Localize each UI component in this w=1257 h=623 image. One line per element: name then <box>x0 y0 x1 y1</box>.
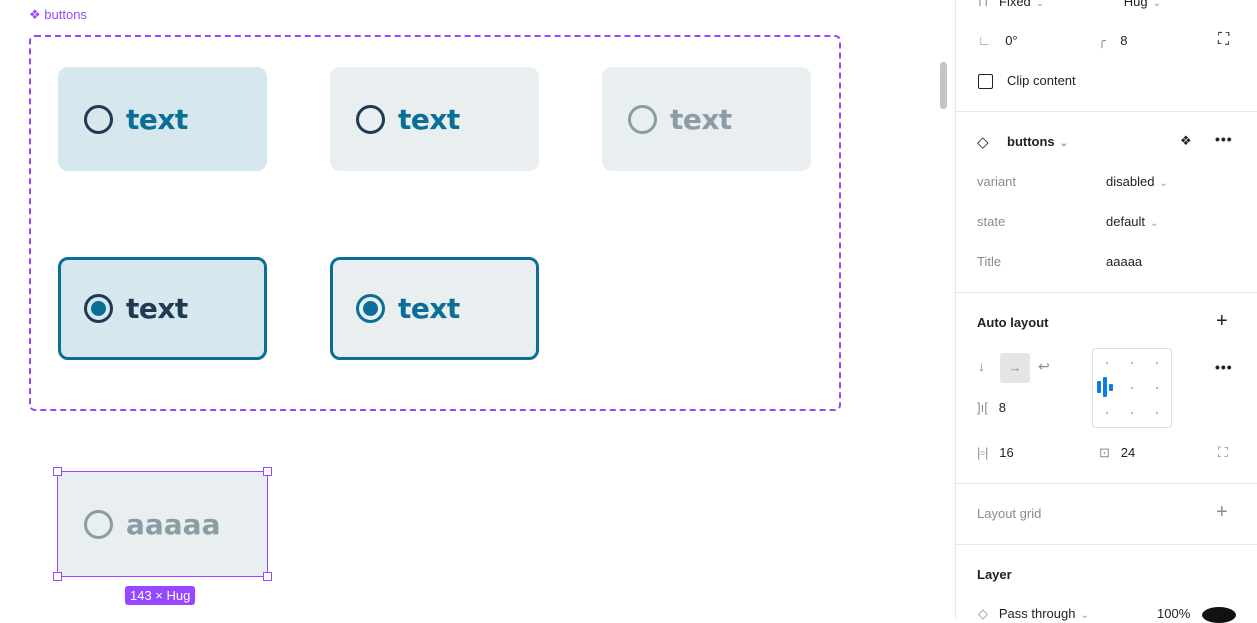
individual-padding-icon[interactable]: ⛶ <box>1218 444 1228 461</box>
properties-panel: ⊓ Fixed ⌄ ⌃ Hug ⌄ ∟ 0° ╭ 8 ⛶ Clip content … <box>955 0 1257 623</box>
wrap-icon[interactable]: ↩ <box>1038 358 1050 375</box>
radio-icon <box>628 104 657 134</box>
horizontal-padding-icon: |▫| <box>977 445 989 460</box>
radio-icon <box>84 509 113 539</box>
prop-label: state <box>977 214 1006 229</box>
variant-default-hover[interactable]: text <box>58 67 267 171</box>
layout-grid-title: Layout grid <box>977 506 1042 521</box>
gap-icon: ]ı[ <box>977 400 988 415</box>
prop-label: variant <box>977 174 1017 189</box>
visibility-eye-icon[interactable] <box>1202 607 1236 623</box>
vertical-padding-icon: ⊡ <box>1099 445 1110 460</box>
variant-dropdown[interactable]: disabled ⌄ <box>1106 174 1168 189</box>
width-mode-dropdown[interactable]: ⊓ Fixed ⌄ <box>978 0 1044 10</box>
clip-content-label: Clip content <box>1007 73 1076 88</box>
size-badge: 143 × Hug <box>125 586 196 605</box>
variant-selected-hover[interactable]: text <box>58 257 267 360</box>
add-icon[interactable]: + <box>1216 501 1228 524</box>
blend-icon: ◇ <box>978 606 988 621</box>
radio-checked-icon <box>356 294 385 323</box>
scrollbar[interactable] <box>940 62 947 109</box>
title-input[interactable]: aaaaa <box>1106 254 1142 269</box>
component-name-dropdown[interactable]: buttons ⌄ <box>1007 134 1068 149</box>
variant-selected[interactable]: text <box>330 257 539 360</box>
resize-handle[interactable] <box>53 467 62 476</box>
variant-default[interactable]: text <box>330 67 539 171</box>
component-icon: ◇ <box>977 134 989 151</box>
more-options-icon[interactable]: ••• <box>1215 131 1233 147</box>
corner-radius-field[interactable]: ╭ 8 <box>1098 33 1128 49</box>
resize-handle[interactable] <box>263 467 272 476</box>
opacity-field[interactable]: 100% <box>1157 606 1190 621</box>
vertical-direction-icon[interactable]: ↓ <box>978 358 985 374</box>
clip-content-checkbox[interactable] <box>978 74 993 89</box>
vertical-padding-field[interactable]: ⊡ 24 <box>1099 445 1135 461</box>
radio-checked-icon <box>84 294 113 323</box>
radio-icon <box>84 104 113 134</box>
layer-title: Layer <box>977 567 1012 582</box>
radio-icon <box>356 104 385 134</box>
independent-corners-icon[interactable]: ⛶ <box>1218 31 1229 49</box>
blend-mode-dropdown[interactable]: ◇ Pass through ⌄ <box>978 606 1089 622</box>
state-dropdown[interactable]: default ⌄ <box>1106 214 1158 229</box>
go-to-main-component-icon[interactable]: ❖ <box>1180 133 1192 149</box>
auto-layout-title: Auto layout <box>977 315 1049 330</box>
resize-handle[interactable] <box>53 572 62 581</box>
prop-label: Title <box>977 254 1002 269</box>
horizontal-padding-field[interactable]: |▫| 16 <box>977 445 1014 460</box>
rotation-field[interactable]: ∟ 0° <box>978 33 1018 48</box>
component-set-icon: ❖ <box>29 7 41 22</box>
component-set-label[interactable]: ❖ buttons <box>29 7 87 23</box>
alignment-grid[interactable] <box>1092 348 1172 428</box>
corner-radius-icon: ╭ <box>1098 33 1106 48</box>
more-options-icon[interactable]: ••• <box>1215 359 1233 375</box>
variant-disabled[interactable]: text <box>602 67 811 171</box>
selected-instance[interactable]: aaaaa <box>57 471 268 577</box>
rotation-icon: ∟ <box>978 33 991 48</box>
add-icon[interactable]: + <box>1216 310 1228 333</box>
alignment-left-center-icon <box>1097 361 1159 415</box>
height-mode-dropdown[interactable]: ⌃ Hug ⌄ <box>1102 0 1161 10</box>
resize-handle[interactable] <box>263 572 272 581</box>
gap-field[interactable]: ]ı[ 8 <box>977 400 1006 415</box>
canvas[interactable]: ❖ buttons text text text text text aaaaa… <box>0 0 955 618</box>
horizontal-direction-icon[interactable]: → <box>1000 353 1030 383</box>
